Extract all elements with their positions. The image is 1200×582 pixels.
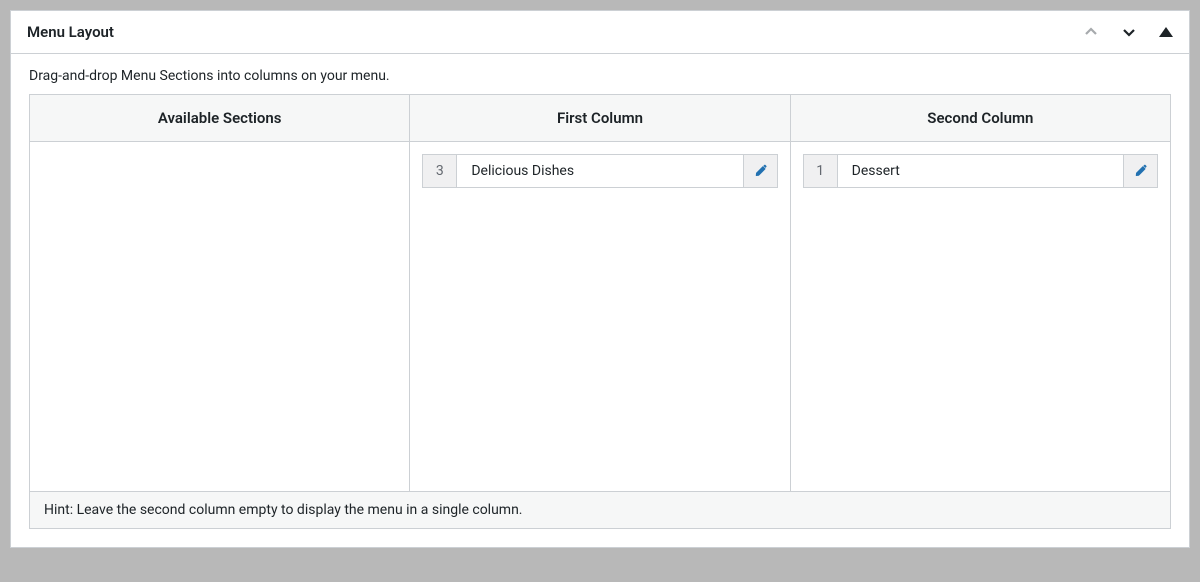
pencil-icon [1133, 164, 1148, 179]
edit-section-button[interactable] [1123, 155, 1157, 187]
collapse-toggle-icon[interactable] [1159, 27, 1173, 37]
chevron-up-icon[interactable] [1083, 24, 1099, 40]
hint-text: Hint: Leave the second column empty to d… [30, 492, 1171, 529]
section-count-badge: 3 [423, 155, 457, 187]
layout-table: Available Sections First Column Second C… [29, 94, 1171, 529]
panel-body: Drag-and-drop Menu Sections into columns… [11, 54, 1189, 547]
section-item[interactable]: 1 Dessert [803, 154, 1158, 188]
edit-section-button[interactable] [743, 155, 777, 187]
panel-title: Menu Layout [27, 23, 1083, 41]
col-header-available: Available Sections [30, 95, 410, 142]
section-item[interactable]: 3 Delicious Dishes [422, 154, 777, 188]
menu-layout-panel: Menu Layout Drag-and-drop Menu Sections … [10, 10, 1190, 548]
section-count-badge: 1 [804, 155, 838, 187]
available-sections-dropzone[interactable] [30, 142, 410, 492]
chevron-down-icon[interactable] [1121, 24, 1137, 40]
section-label[interactable]: Dessert [838, 155, 1123, 187]
first-column-dropzone[interactable]: 3 Delicious Dishes [410, 142, 790, 492]
instructions-text: Drag-and-drop Menu Sections into columns… [29, 68, 1171, 84]
panel-header: Menu Layout [11, 11, 1189, 54]
col-header-second: Second Column [790, 95, 1170, 142]
section-label[interactable]: Delicious Dishes [457, 155, 742, 187]
pencil-icon [753, 164, 768, 179]
col-header-first: First Column [410, 95, 790, 142]
second-column-dropzone[interactable]: 1 Dessert [790, 142, 1170, 492]
panel-header-controls [1083, 24, 1173, 40]
